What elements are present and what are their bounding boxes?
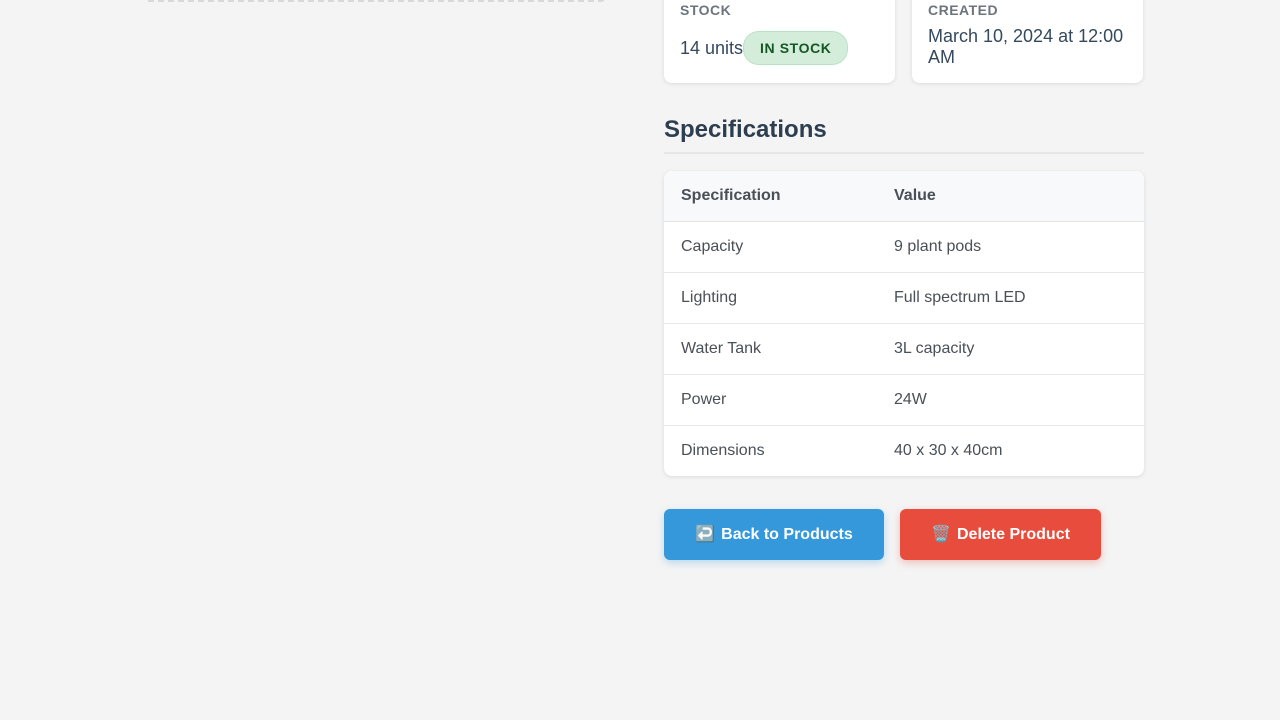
stock-label: STOCK <box>680 2 732 18</box>
spec-value: 24W <box>877 374 1144 426</box>
product-image-placeholder <box>140 0 610 2</box>
created-card: CREATED March 10, 2024 at 12:00 AM <box>912 0 1143 83</box>
stock-row: 14 units IN STOCK <box>680 31 879 65</box>
specifications-table: Specification Value Capacity 9 plant pod… <box>664 171 1144 476</box>
back-to-products-button[interactable]: ↩️ Back to Products <box>664 509 884 560</box>
specifications-table-container: Specification Value Capacity 9 plant pod… <box>664 171 1144 476</box>
delete-product-label: Delete Product <box>957 525 1070 543</box>
product-detail-page: STOCK 14 units IN STOCK CREATED March 10… <box>0 0 1280 720</box>
table-row: Power 24W <box>664 374 1144 426</box>
table-row: Capacity 9 plant pods <box>664 221 1144 273</box>
stock-card: STOCK 14 units IN STOCK <box>664 0 895 83</box>
created-value: March 10, 2024 at 12:00 AM <box>928 26 1124 67</box>
table-row: Lighting Full spectrum LED <box>664 272 1144 324</box>
back-to-products-label: Back to Products <box>721 525 853 543</box>
spec-value: 3L capacity <box>877 323 1144 375</box>
delete-product-button[interactable]: 🗑️ Delete Product <box>900 509 1101 560</box>
stock-status-badge: IN STOCK <box>743 31 849 65</box>
spec-name: Capacity <box>664 221 877 273</box>
table-row: Dimensions 40 x 30 x 40cm <box>664 426 1144 477</box>
stock-value: 14 units <box>680 37 744 58</box>
return-arrow-icon: ↩️ <box>695 525 716 543</box>
spec-name: Dimensions <box>681 442 765 459</box>
spec-value: 40 x 30 x 40cm <box>894 442 1003 459</box>
column-header-specification: Specification <box>664 171 877 222</box>
spec-value: Full spectrum LED <box>877 272 1144 324</box>
column-header-value: Value <box>877 171 1144 222</box>
spec-name: Water Tank <box>664 323 877 375</box>
spec-name: Power <box>664 374 877 426</box>
table-row: Water Tank 3L capacity <box>664 323 1144 375</box>
table-header-row: Specification Value <box>664 171 1144 222</box>
spec-name: Lighting <box>664 272 877 324</box>
specifications-heading: Specifications <box>664 115 1144 154</box>
created-label: CREATED <box>928 2 999 18</box>
spec-value: 9 plant pods <box>877 221 1144 273</box>
trash-icon: 🗑️ <box>931 525 951 543</box>
